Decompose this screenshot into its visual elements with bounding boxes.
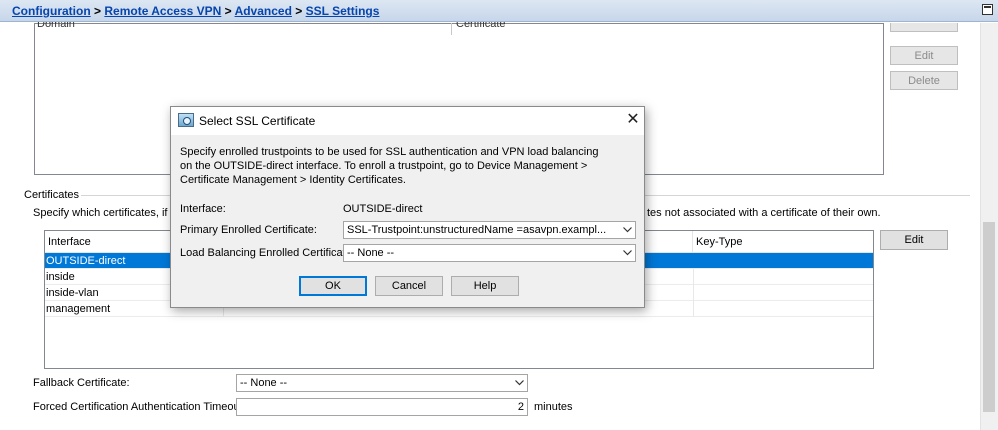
load-balancing-certificate-label: Load Balancing Enrolled Certificate: <box>180 247 355 259</box>
breadcrumb-separator: > <box>224 4 232 18</box>
interface-cell: inside <box>46 271 75 283</box>
dialog-description: Specify enrolled trustpoints to be used … <box>180 146 599 186</box>
dialog-interface-label: Interface: <box>180 203 226 215</box>
asdm-app-icon <box>178 113 194 127</box>
load-balancing-certificate-select[interactable]: -- None -- <box>343 244 636 262</box>
breadcrumb-ssl-settings[interactable]: SSL Settings <box>306 4 380 18</box>
domain-delete-button[interactable]: Delete <box>890 71 958 90</box>
chevron-down-icon[interactable] <box>619 245 635 261</box>
fallback-certificate-select[interactable]: -- None -- <box>236 374 528 392</box>
interface-cell: inside-vlan <box>46 287 99 299</box>
primary-certificate-label: Primary Enrolled Certificate: <box>180 224 317 236</box>
dialog-title: Select SSL Certificate <box>199 114 316 128</box>
certificates-description: Specify which certificates, if ar <box>33 207 181 219</box>
key-type-column-header[interactable]: Key-Type <box>693 231 873 253</box>
forced-timeout-label: Forced Certification Authentication Time… <box>33 401 246 413</box>
domain-column-header: Domain <box>37 22 75 30</box>
interface-cell: management <box>46 303 111 315</box>
primary-certificate-select[interactable]: SSL-Trustpoint:unstructuredName =asavpn.… <box>343 221 636 239</box>
breadcrumb-advanced[interactable]: Advanced <box>235 4 292 18</box>
cell-divider <box>693 285 694 301</box>
close-icon[interactable]: ✕ <box>623 110 643 130</box>
breadcrumb: Configuration > Remote Access VPN > Adva… <box>12 4 379 18</box>
cell-divider <box>693 269 694 285</box>
forced-timeout-input[interactable]: 2 <box>236 398 528 416</box>
domain-edit-button[interactable]: Edit <box>890 46 958 65</box>
breadcrumb-separator: > <box>94 4 102 18</box>
certificates-group-label: Certificates <box>22 189 82 201</box>
primary-certificate-value: SSL-Trustpoint:unstructuredName =asavpn.… <box>347 224 607 236</box>
breadcrumb-separator: > <box>295 4 303 18</box>
scrollbar-thumb[interactable] <box>983 222 995 412</box>
certificate-column-header: Certificate <box>456 22 506 30</box>
interface-cell: OUTSIDE-direct <box>46 255 126 267</box>
chevron-down-icon[interactable] <box>511 375 527 391</box>
certificate-edit-button[interactable]: Edit <box>880 230 948 250</box>
restore-window-icon[interactable] <box>982 4 993 15</box>
cancel-button[interactable]: Cancel <box>375 276 443 296</box>
dialog-interface-value: OUTSIDE-direct <box>343 203 423 215</box>
fallback-certificate-label: Fallback Certificate: <box>33 377 130 389</box>
column-divider <box>451 23 452 35</box>
help-button[interactable]: Help <box>451 276 519 296</box>
cell-divider <box>693 301 694 317</box>
chevron-down-icon[interactable] <box>619 222 635 238</box>
load-balancing-certificate-value: -- None -- <box>347 247 395 259</box>
breadcrumb-configuration[interactable]: Configuration <box>12 4 91 18</box>
breadcrumb-remote-access-vpn[interactable]: Remote Access VPN <box>104 4 221 18</box>
fallback-certificate-value: -- None -- <box>240 377 288 389</box>
certificates-description-tail: tes not associated with a certificate of… <box>647 207 881 219</box>
timeout-unit-label: minutes <box>534 401 573 413</box>
ok-button[interactable]: OK <box>299 276 367 296</box>
domain-add-button[interactable] <box>890 23 958 32</box>
